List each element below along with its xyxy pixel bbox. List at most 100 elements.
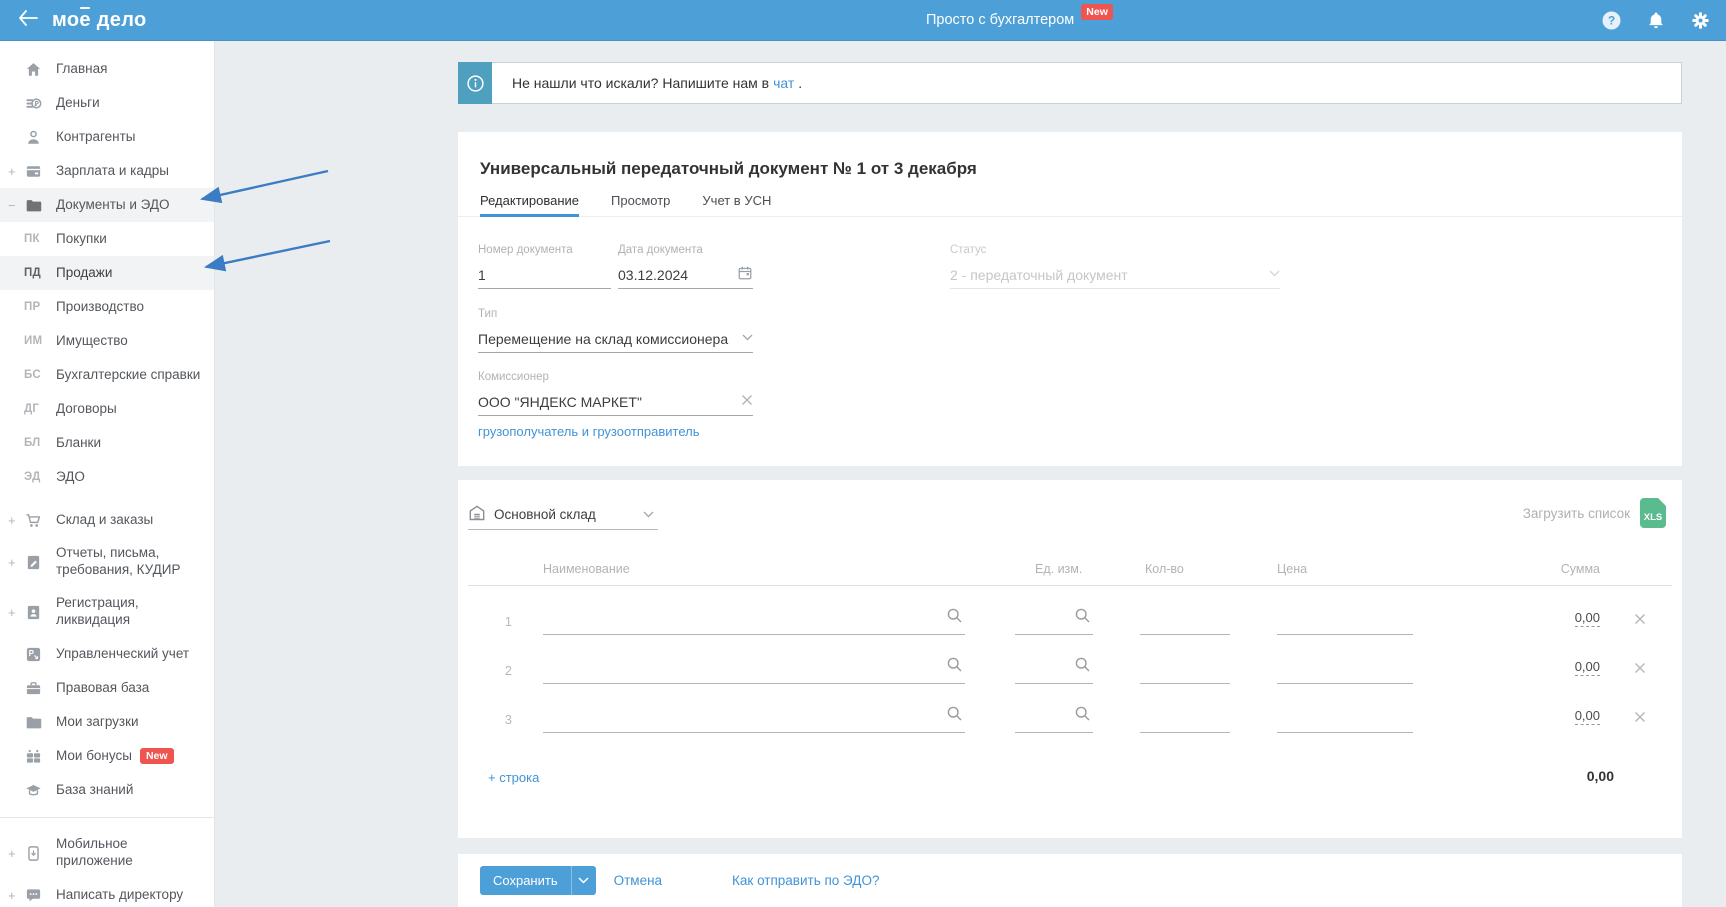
document-type-select[interactable]: Перемещение на склад комиссионера	[478, 325, 753, 353]
upload-list-button[interactable]: Загрузить список XLS	[1523, 498, 1666, 528]
sidebar-item-blanki[interactable]: БЛ Бланки	[0, 426, 214, 460]
sidebar-item-sklad-i-zakazy[interactable]: + Склад и заказы	[0, 503, 214, 537]
save-options-chevron-icon[interactable]	[570, 866, 596, 895]
expand-plus-icon[interactable]: +	[8, 555, 24, 570]
sidebar-item-glavnaya[interactable]: Главная	[0, 52, 214, 86]
search-icon[interactable]	[1074, 705, 1091, 727]
table-row: 3 0,00	[458, 703, 1682, 733]
new-badge: New	[1081, 4, 1113, 20]
clear-icon[interactable]	[741, 394, 753, 406]
search-icon[interactable]	[946, 607, 963, 629]
search-icon[interactable]	[946, 705, 963, 727]
sidebar-item-moi-zagruzki[interactable]: Мои загрузки	[0, 705, 214, 739]
expand-plus-icon[interactable]: +	[8, 164, 24, 179]
tab-redaktirovanie[interactable]: Редактирование	[480, 184, 580, 217]
sidebar-item-pravovaya-baza[interactable]: Правовая база	[0, 671, 214, 705]
report-icon	[24, 553, 42, 571]
sidebar-item-proizvodstvo[interactable]: ПР Производство	[0, 290, 214, 324]
document-date-input[interactable]: 03.12.2024	[618, 261, 753, 289]
topbar-icons: ?	[1602, 0, 1710, 40]
delete-row-icon[interactable]	[1634, 711, 1646, 723]
phone-icon	[24, 844, 42, 862]
sidebar-item-buh-spravki[interactable]: БС Бухгалтерские справки	[0, 358, 214, 392]
item-name-input[interactable]	[543, 653, 965, 684]
calendar-icon[interactable]	[737, 265, 753, 281]
chat-link[interactable]: чат	[773, 75, 794, 91]
search-icon[interactable]	[1074, 607, 1091, 629]
settings-gear-icon[interactable]	[1691, 11, 1710, 30]
sidebar-item-registratsiya[interactable]: + Регистрация, ликвидация	[0, 587, 214, 637]
item-price-input[interactable]	[1277, 604, 1413, 635]
document-number-input[interactable]: 1	[478, 261, 611, 289]
item-qty-input[interactable]	[1140, 702, 1230, 733]
sidebar-item-moi-bonusy[interactable]: Мои бонусы New	[0, 739, 214, 773]
collapse-minus-icon[interactable]: −	[8, 198, 24, 213]
tab-uchet-v-usn[interactable]: Учет в УСН	[702, 184, 771, 216]
warehouse-select[interactable]: Основной склад	[468, 500, 658, 530]
item-price-input[interactable]	[1277, 653, 1413, 684]
back-button[interactable]	[18, 9, 38, 31]
table-header-divider	[468, 585, 1672, 586]
add-row-link[interactable]: + строка	[488, 770, 539, 785]
sidebar-item-imushchestvo[interactable]: ИМ Имущество	[0, 324, 214, 358]
app-logo[interactable]: мо е дело	[52, 6, 146, 32]
commissioner-field: Комиссионер ООО "ЯНДЕКС МАРКЕТ"	[478, 371, 753, 416]
sidebar-item-prodazhi[interactable]: ПД Продажи	[0, 256, 214, 290]
row-number: 1	[504, 614, 512, 629]
arrow-to-prodazhi	[203, 239, 331, 272]
cargo-parties-link[interactable]: грузополучатель и грузоотправитель	[478, 424, 700, 439]
sidebar-item-edo[interactable]: ЭД ЭДО	[0, 460, 214, 494]
item-sum: 0,00	[1574, 708, 1600, 725]
sidebar-item-pokupki[interactable]: ПК Покупки	[0, 222, 214, 256]
column-header-sum: Сумма	[1560, 562, 1600, 576]
sidebar-item-mobilnoe-prilozhenie[interactable]: + Мобильное приложение	[0, 828, 214, 878]
xls-file-icon: XLS	[1640, 498, 1666, 528]
notifications-bell-icon[interactable]	[1647, 11, 1665, 30]
info-banner: Не нашли что искали? Напишите нам в чат.	[458, 62, 1682, 104]
table-header: Наименование Ед. изм. Кол-во Цена Сумма	[458, 562, 1682, 586]
chevron-down-icon[interactable]	[742, 334, 753, 341]
chevron-down-icon	[1269, 270, 1280, 277]
sidebar-divider	[0, 817, 214, 818]
sidebar-item-dogovory[interactable]: ДГ Договоры	[0, 392, 214, 426]
topbar: мо е дело Просто с бухгалтером New ?	[0, 0, 1726, 41]
promo-banner[interactable]: Просто с бухгалтером New	[926, 0, 1113, 40]
expand-plus-icon[interactable]: +	[8, 888, 24, 903]
sidebar-item-baza-znaniy[interactable]: База знаний	[0, 773, 214, 807]
item-name-input[interactable]	[543, 702, 965, 733]
document-tabs: Редактирование Просмотр Учет в УСН	[458, 184, 1682, 217]
column-header-qty: Кол-во	[1145, 562, 1184, 576]
item-unit-input[interactable]	[1015, 702, 1093, 733]
sidebar-item-kontragenty[interactable]: Контрагенты	[0, 120, 214, 154]
item-qty-input[interactable]	[1140, 604, 1230, 635]
sidebar-item-napisat-direktoru[interactable]: + Написать директору	[0, 878, 214, 907]
edo-help-link[interactable]: Как отправить по ЭДО?	[732, 873, 879, 888]
cancel-button[interactable]: Отмена	[614, 873, 662, 888]
help-icon[interactable]: ?	[1602, 11, 1621, 30]
search-icon[interactable]	[1074, 656, 1091, 678]
sidebar-item-upravlencheskiy-uchet[interactable]: Р Управленческий учет	[0, 637, 214, 671]
search-icon[interactable]	[946, 656, 963, 678]
delete-row-icon[interactable]	[1634, 613, 1646, 625]
expand-plus-icon[interactable]: +	[8, 605, 24, 620]
sidebar-item-zarplata-i-kadry[interactable]: + Зарплата и кадры	[0, 154, 214, 188]
promo-text: Просто с бухгалтером	[926, 12, 1075, 28]
expand-plus-icon[interactable]: +	[8, 846, 24, 861]
item-unit-input[interactable]	[1015, 604, 1093, 635]
tab-prosmotr[interactable]: Просмотр	[611, 184, 670, 216]
sidebar-item-dokumenty-i-edo[interactable]: − Документы и ЭДО	[0, 188, 214, 222]
delete-row-icon[interactable]	[1634, 662, 1646, 674]
items-card: Основной склад Загрузить список XLS Наим…	[458, 480, 1682, 838]
sidebar-item-dengi[interactable]: Деньги	[0, 86, 214, 120]
item-unit-input[interactable]	[1015, 653, 1093, 684]
item-qty-input[interactable]	[1140, 653, 1230, 684]
banner-text: Не нашли что искали? Напишите нам в чат.	[512, 75, 803, 91]
expand-plus-icon[interactable]: +	[8, 513, 24, 528]
sidebar-item-otchety[interactable]: + Отчеты, письма, требования, КУДИР	[0, 537, 214, 587]
save-button[interactable]: Сохранить	[480, 866, 571, 895]
item-name-input[interactable]	[543, 604, 965, 635]
item-price-input[interactable]	[1277, 702, 1413, 733]
commissioner-input[interactable]: ООО "ЯНДЕКС МАРКЕТ"	[478, 388, 753, 416]
registration-icon	[24, 603, 42, 621]
save-split-button: Сохранить	[480, 866, 596, 895]
